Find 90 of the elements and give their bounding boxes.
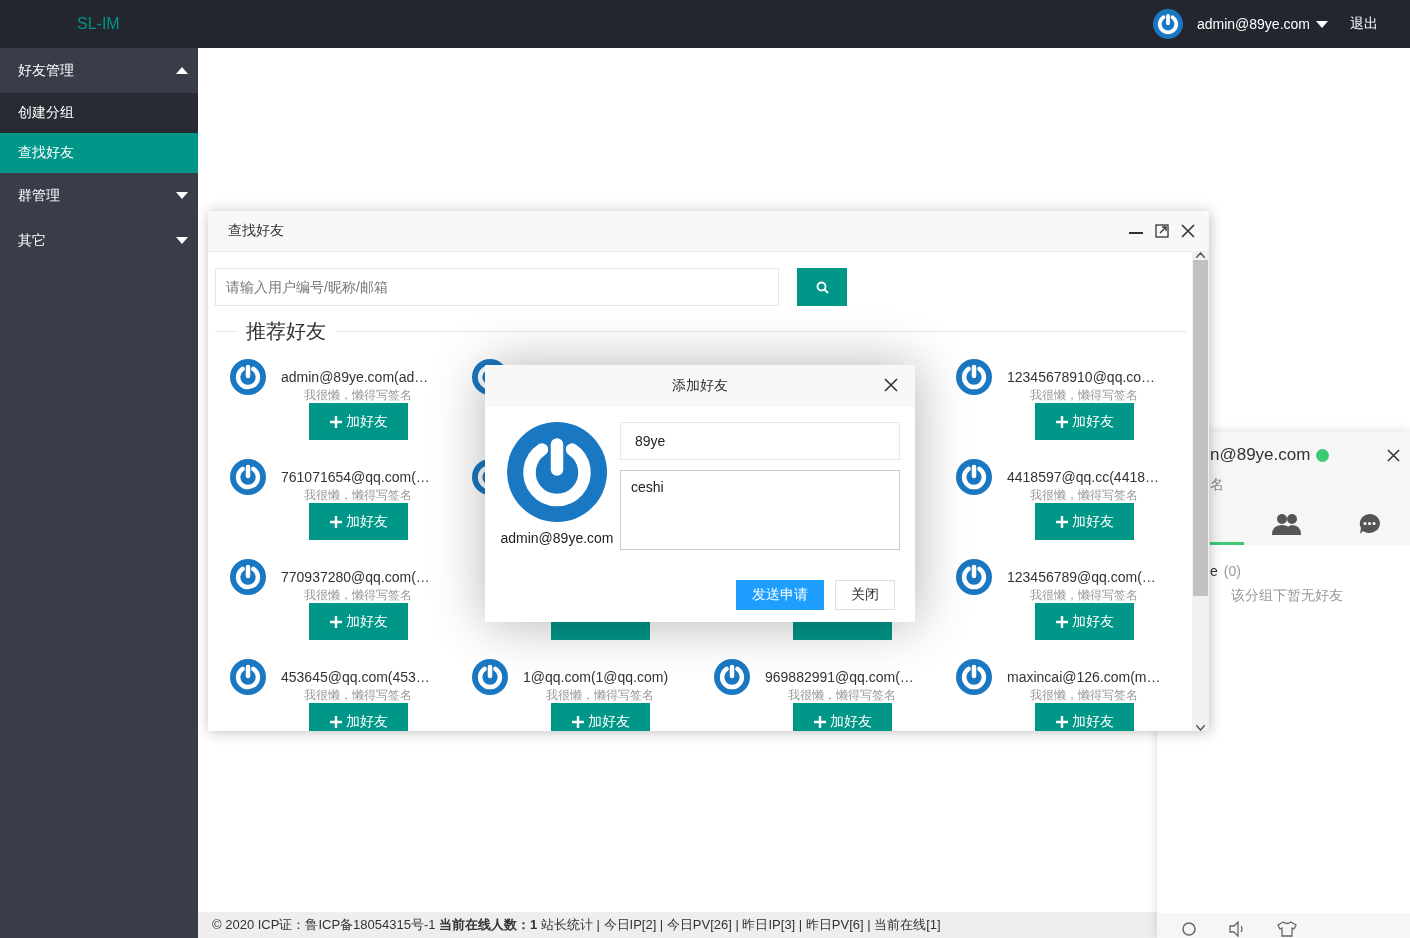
friend-signature: 我很懒，懒得写签名 <box>303 486 413 504</box>
maximize-icon[interactable] <box>1155 224 1169 238</box>
plus-icon <box>1055 715 1068 728</box>
user-avatar <box>714 659 750 695</box>
user-avatar <box>1152 9 1183 39</box>
friend-name: 969882991@qq.com(… <box>765 669 915 685</box>
user-avatar <box>230 559 266 595</box>
plus-icon <box>813 715 826 728</box>
friend-name: 761071654@qq.com(… <box>281 469 431 485</box>
footer-text: © 2020 ICP证：鲁ICP备18054315号-1 当前在线人数：1 站长统计 | 今日IP[2] | 今日PV[26] | 昨日IP[3] | 昨日PV[6] | 当前在线[1] <box>212 917 941 932</box>
add-friend-button[interactable]: 加好友 <box>551 703 650 731</box>
group-field[interactable]: 89ye <box>620 422 900 460</box>
dialog-title: 添加好友 <box>672 377 728 395</box>
user-name: admin@89ye.com <box>500 530 614 546</box>
nav-group-label: 其它 <box>18 231 46 250</box>
caret-icon <box>176 192 188 199</box>
friend-name: admin@89ye.com(ad… <box>281 369 430 385</box>
plus-icon <box>1055 415 1068 428</box>
add-friend-button[interactable]: 加好友 <box>309 603 408 640</box>
message-field[interactable]: ceshi <box>620 470 900 550</box>
search-button[interactable] <box>797 268 847 306</box>
close-icon[interactable] <box>884 378 898 392</box>
close-button[interactable]: 关闭 <box>835 580 895 610</box>
caret-icon <box>176 237 188 244</box>
chat-bubble-icon <box>1358 513 1380 534</box>
friend-signature: 我很懒，懒得写签名 <box>303 586 413 604</box>
nav-group-label: 好友管理 <box>18 61 74 80</box>
friend-signature: 我很懒，懒得写签名 <box>787 686 897 704</box>
user-menu[interactable]: admin@89ye.com <box>1196 16 1328 32</box>
friend-name: 770937280@qq.com(… <box>281 569 431 585</box>
user-avatar <box>230 359 266 395</box>
shirt-icon[interactable] <box>1277 921 1297 937</box>
close-icon[interactable] <box>1181 224 1195 238</box>
user-avatar <box>472 659 508 695</box>
plus-icon <box>1055 615 1068 628</box>
scroll-down-icon[interactable] <box>1196 725 1205 731</box>
friend-name: 4418597@qq.cc(4418… <box>1007 469 1157 485</box>
window-title: 查找好友 <box>228 222 284 240</box>
user-avatar <box>956 559 992 595</box>
user-avatar <box>230 659 266 695</box>
user-avatar <box>956 459 992 495</box>
friend-name: 453645@qq.com(453… <box>281 669 431 685</box>
close-icon[interactable] <box>1387 448 1400 462</box>
friend-signature: 我很懒，懒得写签名 <box>1029 586 1139 604</box>
friend-signature: 我很懒，懒得写签名 <box>1029 486 1139 504</box>
people-icon <box>1271 512 1301 535</box>
friend-name: 12345678910@qq.co… <box>1007 369 1157 385</box>
scrollbar[interactable] <box>1192 252 1209 731</box>
caret-icon <box>176 67 188 74</box>
add-friend-button[interactable]: 加好友 <box>1035 503 1134 540</box>
add-friend-button[interactable]: 加好友 <box>309 503 408 540</box>
add-friend-button[interactable]: 加好友 <box>1035 403 1134 440</box>
plus-icon <box>329 615 342 628</box>
search-field[interactable]: 请输入用户编号/昵称/邮箱 <box>215 268 779 306</box>
plus-icon <box>329 415 342 428</box>
caret-icon <box>1316 20 1328 28</box>
plus-icon <box>329 515 342 528</box>
plus-icon <box>329 715 342 728</box>
scroll-up-icon[interactable] <box>1196 252 1205 258</box>
add-friend-button[interactable]: 加好友 <box>1035 703 1134 731</box>
friend-signature: 我很懒，懒得写签名 <box>545 686 655 704</box>
user-name: n@89ye.com <box>1210 445 1311 466</box>
section-title: 推荐好友 <box>245 319 328 344</box>
group-name[interactable]: e <box>1210 563 1218 579</box>
nav-item[interactable]: 创建分组 <box>0 93 198 133</box>
group-count: (0) <box>1223 563 1241 579</box>
user-avatar <box>956 659 992 695</box>
add-friend-button[interactable]: 加好友 <box>309 703 408 731</box>
user-signature: 名 <box>1210 475 1225 494</box>
friend-signature: 我很懒，懒得写签名 <box>1029 686 1139 704</box>
user-avatar <box>230 459 266 495</box>
friend-signature: 我很懒，懒得写签名 <box>1029 386 1139 404</box>
nav-group-label: 群管理 <box>18 186 60 205</box>
add-friend-button[interactable]: 加好友 <box>309 403 408 440</box>
empty-message: 该分组下暂无好友 <box>1230 587 1344 605</box>
friend-name: 1@qq.com(1@qq.com) <box>523 669 670 685</box>
friend-signature: 我很懒，懒得写签名 <box>303 386 413 404</box>
speaker-icon[interactable] <box>1229 921 1245 937</box>
logout-link[interactable]: 退出 <box>1350 15 1378 33</box>
add-friend-button[interactable]: 加好友 <box>793 703 892 731</box>
plus-icon <box>571 715 584 728</box>
friend-name: maxincai@126.com(m… <box>1007 669 1157 685</box>
plus-icon <box>1055 515 1068 528</box>
nav-item[interactable]: 查找好友 <box>0 133 198 173</box>
friend-name: 123456789@qq.com(… <box>1007 569 1157 585</box>
add-friend-button[interactable]: 加好友 <box>1035 603 1134 640</box>
friend-signature: 我很懒，懒得写签名 <box>303 686 413 704</box>
send-request-button[interactable]: 发送申请 <box>736 580 824 610</box>
user-avatar <box>956 359 992 395</box>
app-logo[interactable]: SL-IM <box>77 15 120 33</box>
